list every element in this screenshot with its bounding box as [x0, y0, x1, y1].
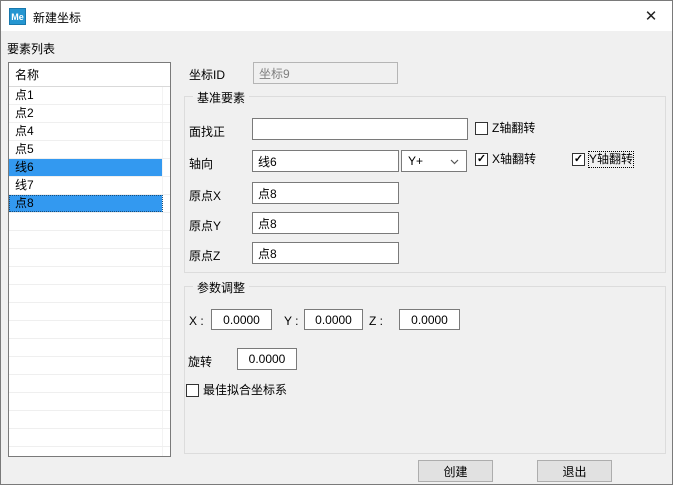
- list-item-label: [9, 411, 163, 428]
- list-item-label: 线7: [9, 177, 163, 194]
- list-empty-row[interactable]: [9, 393, 170, 411]
- list-empty-row[interactable]: [9, 429, 170, 447]
- flip-y-checkbox[interactable]: ✓ Y轴翻转: [572, 152, 633, 167]
- element-list-label: 要素列表: [7, 40, 55, 57]
- list-column-header: 名称: [9, 63, 170, 87]
- list-item-label: [9, 285, 163, 302]
- list-item-label: 点5: [9, 141, 163, 158]
- list-item-label: 点8: [9, 195, 163, 212]
- create-button[interactable]: 创建: [418, 460, 493, 482]
- list-item-label: 线6: [9, 159, 163, 176]
- new-coordinate-dialog: Me 新建坐标 ✕ 要素列表 名称 点1点2点4点5线6线7点8 坐标ID 基准…: [0, 0, 673, 485]
- list-item-label: [9, 249, 163, 266]
- flip-x-checkbox-label: X轴翻转: [492, 152, 536, 167]
- flip-x-checkbox-box: ✓: [475, 153, 488, 166]
- list-item-label: [9, 447, 163, 457]
- flip-y-checkbox-box: ✓: [572, 153, 585, 166]
- param-y-label: Y :: [284, 314, 298, 328]
- params-group-title: 参数调整: [193, 279, 249, 296]
- flip-z-checkbox[interactable]: Z轴翻转: [475, 121, 535, 136]
- list-empty-row[interactable]: [9, 339, 170, 357]
- param-z-field[interactable]: [399, 309, 460, 330]
- rotate-field[interactable]: [237, 348, 297, 370]
- origin-z-field[interactable]: [252, 242, 399, 264]
- param-z-label: Z :: [369, 314, 383, 328]
- list-item-label: [9, 393, 163, 410]
- flip-x-checkbox[interactable]: ✓ X轴翻转: [475, 152, 536, 167]
- param-x-label: X :: [189, 314, 204, 328]
- param-y-field[interactable]: [304, 309, 363, 330]
- list-empty-row[interactable]: [9, 321, 170, 339]
- list-item-label: 点1: [9, 87, 163, 104]
- list-item[interactable]: 线7: [9, 177, 170, 195]
- param-x-field[interactable]: [211, 309, 272, 330]
- plane-align-field[interactable]: [252, 118, 468, 140]
- axis-label: 轴向: [189, 155, 213, 172]
- titlebar: Me 新建坐标 ✕: [1, 1, 672, 31]
- best-fit-checkbox-label: 最佳拟合坐标系: [203, 383, 287, 398]
- list-empty-row[interactable]: [9, 447, 170, 457]
- list-rows-container: 点1点2点4点5线6线7点8: [9, 87, 170, 457]
- list-item-label: [9, 429, 163, 446]
- origin-y-label: 原点Y: [189, 217, 221, 234]
- basis-group-title: 基准要素: [193, 89, 249, 106]
- best-fit-checkbox-box: [186, 384, 199, 397]
- app-icon: Me: [9, 8, 26, 25]
- axis-field[interactable]: [252, 150, 399, 172]
- origin-y-field[interactable]: [252, 212, 399, 234]
- flip-z-checkbox-box: [475, 122, 488, 135]
- close-icon[interactable]: ✕: [641, 6, 661, 26]
- list-item-label: [9, 321, 163, 338]
- list-empty-row[interactable]: [9, 231, 170, 249]
- window-title: 新建坐标: [33, 9, 81, 26]
- axis-direction-select[interactable]: Y+: [401, 150, 467, 172]
- list-item-label: [9, 303, 163, 320]
- coord-id-field: [253, 62, 398, 84]
- list-item[interactable]: 点2: [9, 105, 170, 123]
- list-item-label: 点2: [9, 105, 163, 122]
- exit-button[interactable]: 退出: [537, 460, 612, 482]
- list-item-label: 点4: [9, 123, 163, 140]
- list-item[interactable]: 线6: [9, 159, 170, 177]
- plane-align-label: 面找正: [189, 123, 225, 140]
- list-item[interactable]: 点4: [9, 123, 170, 141]
- list-empty-row[interactable]: [9, 267, 170, 285]
- list-item-label: [9, 339, 163, 356]
- list-item-label: [9, 357, 163, 374]
- best-fit-checkbox[interactable]: 最佳拟合坐标系: [186, 383, 287, 398]
- origin-z-label: 原点Z: [189, 247, 220, 264]
- list-empty-row[interactable]: [9, 213, 170, 231]
- rotate-label: 旋转: [188, 353, 212, 370]
- list-empty-row[interactable]: [9, 411, 170, 429]
- axis-direction-value: Y+: [408, 154, 423, 168]
- list-empty-row[interactable]: [9, 357, 170, 375]
- list-empty-row[interactable]: [9, 285, 170, 303]
- chevron-down-icon: [450, 159, 459, 165]
- list-item-label: [9, 267, 163, 284]
- element-list[interactable]: 名称 点1点2点4点5线6线7点8: [8, 62, 171, 457]
- list-empty-row[interactable]: [9, 249, 170, 267]
- list-item-label: [9, 231, 163, 248]
- list-item[interactable]: 点5: [9, 141, 170, 159]
- flip-z-checkbox-label: Z轴翻转: [492, 121, 535, 136]
- list-item[interactable]: 点8: [9, 195, 170, 213]
- list-empty-row[interactable]: [9, 375, 170, 393]
- origin-x-field[interactable]: [252, 182, 399, 204]
- flip-y-checkbox-label: Y轴翻转: [589, 152, 633, 167]
- list-item[interactable]: 点1: [9, 87, 170, 105]
- origin-x-label: 原点X: [189, 187, 221, 204]
- list-item-label: [9, 213, 163, 230]
- coord-id-label: 坐标ID: [189, 66, 225, 83]
- list-item-label: [9, 375, 163, 392]
- list-empty-row[interactable]: [9, 303, 170, 321]
